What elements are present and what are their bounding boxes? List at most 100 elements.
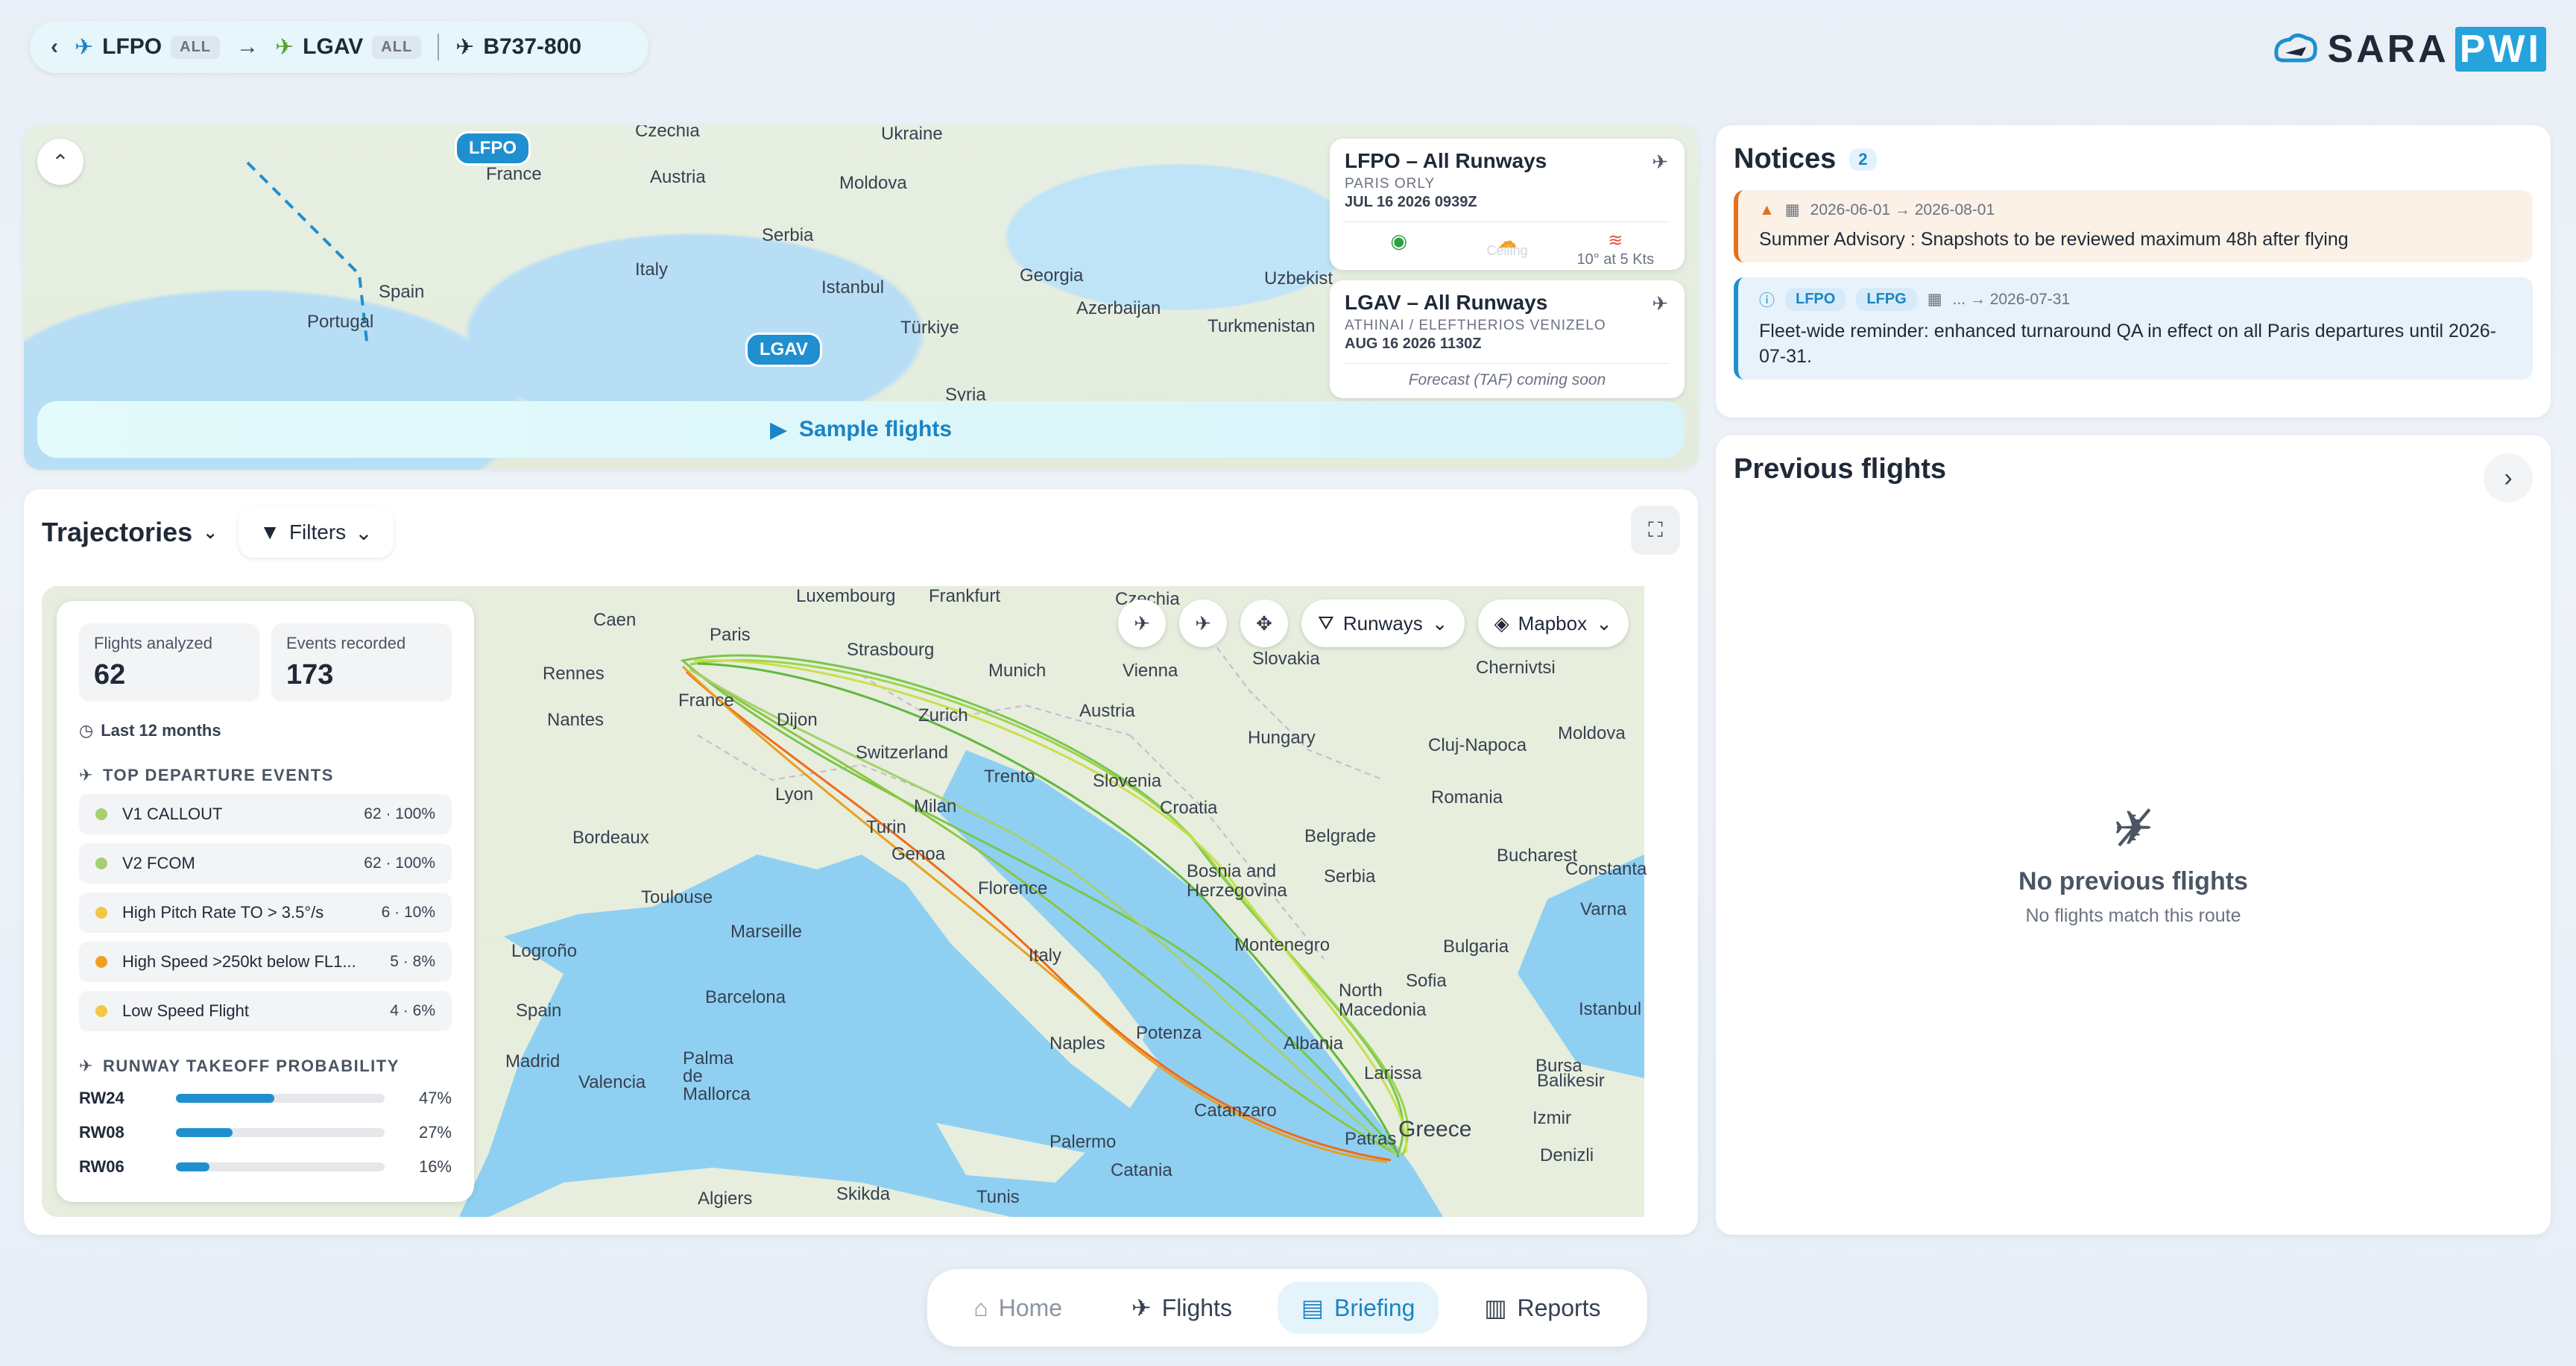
airport-chip: LFPG bbox=[1856, 288, 1917, 311]
probability-fill bbox=[176, 1094, 274, 1103]
filters-button[interactable]: ▼ Filters ⌄ bbox=[239, 507, 394, 558]
map-place: Chernivtsi bbox=[1476, 658, 1556, 678]
map-place: Logroño bbox=[511, 941, 578, 961]
event-row[interactable]: High Pitch Rate TO > 3.5°/s 6 · 10% bbox=[79, 893, 452, 933]
sample-flights-button[interactable]: ▶ Sample flights bbox=[37, 401, 1685, 458]
event-name: V2 FCOM bbox=[122, 854, 195, 872]
notice-meta: ▲ ▦ 2026-06-01 → 2026-08-01 bbox=[1759, 201, 2512, 219]
map-place: Albania bbox=[1284, 1033, 1344, 1054]
runways-label: Runways bbox=[1342, 611, 1423, 635]
period-label: Last 12 months bbox=[101, 721, 221, 740]
fullscreen-button[interactable]: ⛶ bbox=[1631, 506, 1680, 555]
map-place: Türkiye bbox=[900, 318, 959, 338]
map-place: Moldova bbox=[839, 173, 907, 193]
origin-airport-tag[interactable]: LFPO bbox=[455, 131, 531, 166]
destination-airport-tag[interactable]: LGAV bbox=[745, 333, 822, 367]
move-icon: ✥ bbox=[1256, 611, 1272, 635]
arrival-weather-card[interactable]: LGAV – All Runways ATHINAI / ELEFTHERIOS… bbox=[1330, 280, 1685, 398]
map-place: Ukraine bbox=[881, 125, 943, 144]
no-flights-icon: ✈̸ bbox=[2113, 802, 2153, 855]
route-overview-map[interactable]: Czechia Ukraine France Austria Moldova S… bbox=[24, 125, 1698, 470]
kpi-value: 62 bbox=[94, 659, 126, 690]
document-icon: ▤ bbox=[1301, 1294, 1324, 1321]
notice-text: Summer Advisory : Snapshots to be review… bbox=[1759, 229, 2349, 250]
runway-name: RW06 bbox=[79, 1157, 124, 1176]
destination-runway-tag[interactable]: ALL bbox=[372, 35, 422, 59]
previous-flights-open-button[interactable]: › bbox=[2484, 453, 2533, 503]
nav-label: Reports bbox=[1517, 1294, 1601, 1321]
previous-flights-panel: Previous flights › ✈̸ No previous flight… bbox=[1716, 435, 2551, 1235]
recenter-button[interactable]: ✥ bbox=[1240, 599, 1288, 647]
map-place: Larissa bbox=[1364, 1063, 1422, 1083]
logo-suffix: PWI bbox=[2455, 27, 2546, 72]
map-style-label: Mapbox bbox=[1518, 611, 1588, 635]
map-place: Varna bbox=[1580, 899, 1627, 919]
departure-filter-button[interactable]: ✈ bbox=[1118, 599, 1166, 647]
map-place: Constanta bbox=[1565, 859, 1647, 879]
nav-flights[interactable]: ✈ Flights bbox=[1108, 1282, 1256, 1334]
departure-weather-card[interactable]: LFPO – All Runways PARIS ORLY JUL 16 202… bbox=[1330, 139, 1685, 270]
ceiling-label: Ceiling bbox=[1486, 243, 1528, 258]
event-name: High Speed >250kt below FL1... bbox=[122, 952, 356, 971]
trajectories-dropdown[interactable]: Trajectories ⌄ bbox=[42, 517, 218, 548]
probability-fill bbox=[176, 1128, 233, 1137]
event-name: V1 CALLOUT bbox=[122, 805, 223, 823]
probability-value: 27% bbox=[418, 1123, 452, 1142]
map-place: Izmir bbox=[1532, 1108, 1571, 1128]
runway-name: RW08 bbox=[79, 1123, 124, 1142]
notice-item[interactable]: ▲ ▦ 2026-06-01 → 2026-08-01 Summer Advis… bbox=[1734, 190, 2533, 262]
event-row[interactable]: V2 FCOM 62 · 100% bbox=[79, 843, 452, 884]
runways-dropdown[interactable]: ⛛ Runways ⌄ bbox=[1301, 599, 1465, 647]
map-place: Munich bbox=[988, 661, 1046, 681]
map-place: Istanbul bbox=[821, 277, 885, 298]
arrival-airport-name: ATHINAI / ELEFTHERIOS VENIZELO bbox=[1345, 318, 1606, 333]
expand-icon: ⛶ bbox=[1648, 517, 1663, 541]
nav-briefing[interactable]: ▤ Briefing bbox=[1277, 1282, 1439, 1334]
chevron-down-icon: ⌄ bbox=[1596, 611, 1612, 635]
probability-value: 16% bbox=[418, 1157, 452, 1176]
event-row[interactable]: V1 CALLOUT 62 · 100% bbox=[79, 794, 452, 834]
map-place: Nantes bbox=[547, 710, 604, 730]
event-row[interactable]: Low Speed Flight 4 · 6% bbox=[79, 991, 452, 1031]
origin-runway-tag[interactable]: ALL bbox=[171, 35, 221, 59]
severity-dot bbox=[95, 808, 107, 820]
nav-home[interactable]: ⌂ Home bbox=[950, 1282, 1086, 1334]
notice-item[interactable]: ⓘ LFPO LFPG ▦ ... → 2026-07-31 Fleet-wid… bbox=[1734, 277, 2533, 380]
notices-count-badge: 2 bbox=[1849, 148, 1877, 171]
map-place: Skikda bbox=[836, 1184, 891, 1204]
flights-analyzed-kpi: Flights analyzed 62 bbox=[79, 623, 259, 702]
event-row[interactable]: High Speed >250kt below FL1... 5 · 8% bbox=[79, 942, 452, 982]
airport-chip: LFPO bbox=[1785, 288, 1846, 311]
notices-panel: Notices 2 ▲ ▦ 2026-06-01 → 2026-08-01 Su… bbox=[1716, 125, 2551, 418]
route-arrow-icon: → bbox=[236, 34, 259, 59]
map-place: Cluj-Napoca bbox=[1428, 735, 1527, 755]
collapse-map-button[interactable]: ⌃ bbox=[37, 139, 83, 185]
map-style-dropdown[interactable]: ◈ Mapbox ⌄ bbox=[1477, 599, 1629, 647]
chevron-right-icon: › bbox=[2504, 463, 2513, 492]
map-place: Dijon bbox=[777, 710, 818, 730]
origin-code[interactable]: ✈ LFPO ALL bbox=[75, 34, 221, 60]
map-place: Romania bbox=[1431, 787, 1503, 808]
severity-dot bbox=[95, 857, 107, 869]
aircraft-type[interactable]: ✈ B737-800 bbox=[455, 34, 581, 60]
back-chevron-icon[interactable]: ‹ bbox=[51, 34, 58, 60]
map-place: Balikesir bbox=[1537, 1071, 1605, 1091]
nav-reports[interactable]: ▥ Reports bbox=[1460, 1282, 1624, 1334]
forecast-note: Forecast (TAF) coming soon bbox=[1345, 363, 1670, 389]
trajectory-stats-panel: Flights analyzed 62 Events recorded 173 … bbox=[57, 601, 474, 1202]
notices-header: Notices 2 bbox=[1734, 143, 2533, 175]
map-place: Bordeaux bbox=[572, 828, 649, 848]
nav-label: Flights bbox=[1161, 1294, 1232, 1321]
map-place: Croatia bbox=[1160, 798, 1218, 818]
arrival-date: AUG 16 2026 1130Z bbox=[1345, 336, 1482, 352]
probability-value: 47% bbox=[418, 1089, 452, 1107]
map-place: Milan bbox=[914, 796, 957, 816]
trajectory-map[interactable]: Luxembourg Frankfurt Czechia Caen Paris … bbox=[42, 586, 1680, 1217]
map-controls: ✈ ✈ ✥ ⛛ Runways ⌄ ◈ Mapbox ⌄ bbox=[1118, 599, 1629, 647]
map-place: Madrid bbox=[505, 1051, 561, 1071]
arrival-filter-button[interactable]: ✈ bbox=[1179, 599, 1227, 647]
destination-code[interactable]: ✈ LGAV ALL bbox=[275, 34, 422, 60]
wind-value: 10° at 5 Kts bbox=[1576, 251, 1655, 268]
map-place: Montenegro bbox=[1234, 935, 1330, 955]
arrival-title: LGAV – All Runways bbox=[1345, 291, 1548, 314]
